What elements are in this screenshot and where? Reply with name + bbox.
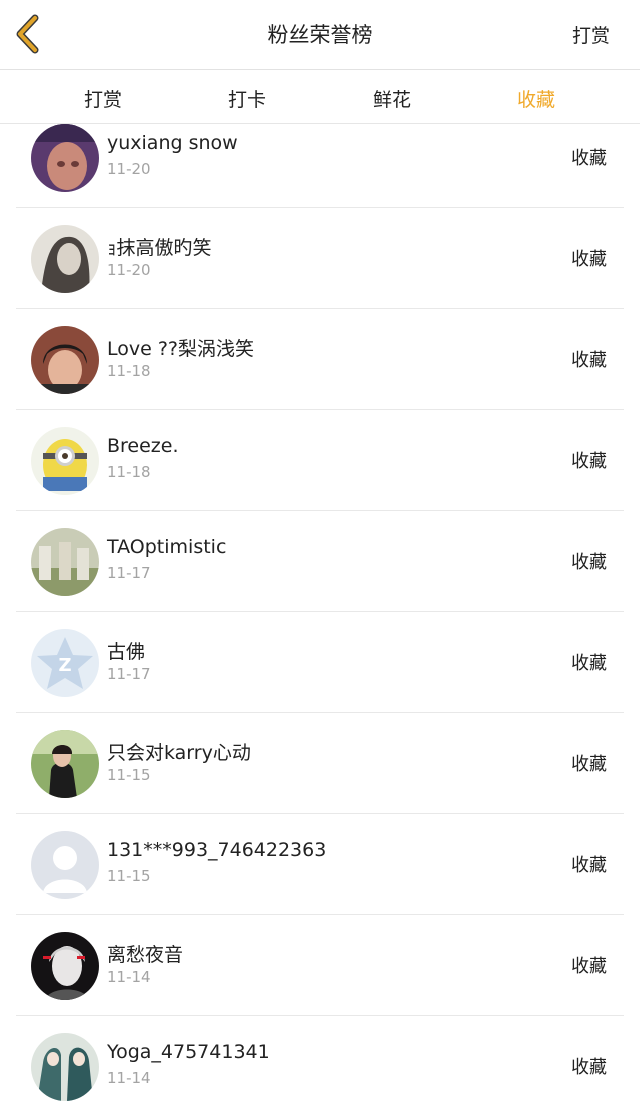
list-item[interactable]: 离愁夜音 11-14 收藏 — [16, 915, 624, 1016]
list-item[interactable]: Love ??梨涡浅笑 11-18 收藏 — [16, 309, 624, 410]
tab-checkin[interactable]: 打卡 — [207, 85, 287, 112]
list-item[interactable]: ｮ抹高傲旳笑 11-20 收藏 — [16, 208, 624, 309]
action-label: 收藏 — [571, 855, 607, 876]
avatar — [31, 225, 99, 293]
username: 只会对karry心动 — [107, 742, 251, 764]
avatar — [31, 427, 99, 495]
action-label: 收藏 — [571, 249, 607, 270]
date: 11-20 — [107, 160, 151, 178]
avatar — [31, 528, 99, 596]
action-label: 收藏 — [571, 1057, 607, 1078]
action-label: 收藏 — [571, 552, 607, 573]
list-item[interactable]: Yoga_475741341 11-14 收藏 — [16, 1016, 624, 1104]
date: 11-20 — [107, 261, 151, 279]
page-title: 粉丝荣誉榜 — [267, 23, 373, 47]
username: Yoga_475741341 — [107, 1041, 270, 1063]
avatar — [31, 730, 99, 798]
list-item[interactable]: Z 古佛 11-17 收藏 — [16, 612, 624, 713]
date: 11-15 — [107, 867, 151, 885]
tab-favorites[interactable]: 收藏 — [496, 85, 576, 112]
username: 古佛 — [107, 641, 146, 663]
date: 11-17 — [107, 665, 151, 683]
svg-text:Z: Z — [58, 655, 71, 676]
list-item[interactable]: 131***993_746422363 11-15 收藏 — [16, 814, 624, 915]
nav-bar: 粉丝荣誉榜 打赏 — [0, 0, 640, 70]
username: Breeze. — [107, 435, 179, 457]
date: 11-14 — [107, 968, 151, 986]
tab-tip[interactable]: 打赏 — [63, 85, 143, 112]
date: 11-18 — [107, 463, 151, 481]
username: 131***993_746422363 — [107, 839, 327, 861]
list-item[interactable]: Breeze. 11-18 收藏 — [16, 410, 624, 511]
username: Love ??梨涡浅笑 — [107, 338, 255, 360]
tab-bar: 打赏 打卡 鲜花 收藏 — [0, 71, 640, 124]
username: yuxiang snow — [107, 132, 238, 154]
avatar — [31, 1033, 99, 1101]
tab-flowers[interactable]: 鲜花 — [352, 85, 432, 112]
username: ｮ抹高傲旳笑 — [107, 237, 212, 259]
avatar — [31, 326, 99, 394]
action-label: 收藏 — [571, 956, 607, 977]
avatar — [31, 124, 99, 192]
tip-button[interactable]: 打赏 — [572, 21, 610, 48]
avatar — [31, 932, 99, 1000]
action-label: 收藏 — [571, 148, 607, 169]
action-label: 收藏 — [571, 350, 607, 371]
date: 11-18 — [107, 362, 151, 380]
action-label: 收藏 — [571, 653, 607, 674]
fan-list: yuxiang snow 11-20 收藏 ｮ抹高傲旳笑 11-20 收藏 Lo… — [16, 124, 624, 1104]
date: 11-14 — [107, 1069, 151, 1087]
date: 11-17 — [107, 564, 151, 582]
avatar — [31, 831, 99, 899]
avatar: Z — [31, 629, 99, 697]
username: 离愁夜音 — [107, 944, 184, 966]
list-item[interactable]: TAOptimistic 11-17 收藏 — [16, 511, 624, 612]
action-label: 收藏 — [571, 451, 607, 472]
list-item[interactable]: 只会对karry心动 11-15 收藏 — [16, 713, 624, 814]
action-label: 收藏 — [571, 754, 607, 775]
list-item[interactable]: yuxiang snow 11-20 收藏 — [16, 124, 624, 208]
username: TAOptimistic — [107, 536, 227, 558]
date: 11-15 — [107, 766, 151, 784]
